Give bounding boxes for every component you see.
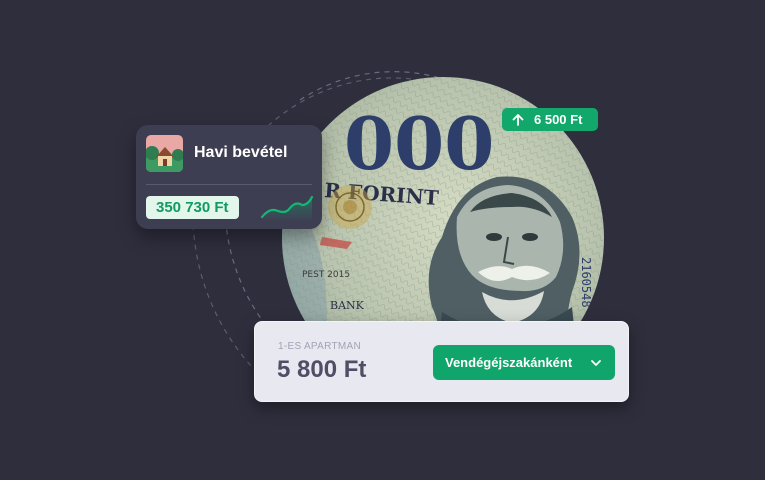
badge-value: 6 500 Ft	[534, 112, 583, 127]
house-icon	[146, 135, 183, 172]
banknote-small-text: PEST 2015	[302, 270, 350, 280]
income-amount: 350 730 Ft	[146, 196, 239, 219]
pricing-period-select[interactable]: Vendégéjszakánként	[433, 345, 615, 380]
divider	[146, 184, 312, 185]
income-title: Havi bevétel	[194, 144, 288, 161]
apartment-label: 1-ES APARTMAN	[278, 341, 361, 352]
increase-badge: 6 500 Ft	[502, 108, 598, 131]
booking-card: 1-ES APARTMAN 5 800 Ft Vendégéjszakánkén…	[254, 321, 629, 402]
arrow-up-icon	[512, 113, 524, 126]
banknote-serial: 2160548	[579, 257, 593, 308]
select-value: Vendégéjszakánként	[445, 355, 573, 370]
chevron-down-icon	[591, 360, 601, 366]
banknote-bank-text: BANK	[330, 299, 365, 312]
trend-up-icon	[260, 195, 314, 221]
monthly-income-card: Havi bevétel 350 730 Ft	[136, 125, 322, 229]
hero-illustration: 000 R FORINT 2160548 PEST 2015 BANK 6 50…	[0, 0, 765, 480]
banknote-denomination: 000	[344, 101, 494, 186]
price-value: 5 800 Ft	[277, 356, 367, 383]
